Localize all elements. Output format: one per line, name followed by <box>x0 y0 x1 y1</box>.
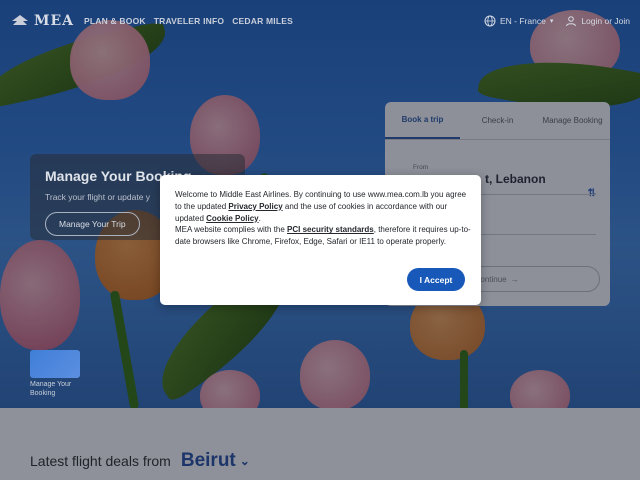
accept-cookies-button[interactable]: I Accept <box>407 268 465 291</box>
top-header: MEA PLAN & BOOK TRAVELER INFO CEDAR MILE… <box>0 0 640 42</box>
tab-book-trip[interactable]: Book a trip <box>385 102 460 139</box>
tab-check-in[interactable]: Check-in <box>460 102 535 139</box>
login-link[interactable]: Login or Join <box>565 15 630 27</box>
deals-heading: Latest flight deals from Beirut ⌄ <box>30 450 250 472</box>
privacy-policy-link[interactable]: Privacy Policy <box>228 202 282 211</box>
tab-manage-booking[interactable]: Manage Booking <box>535 102 610 139</box>
arrow-right-icon: → <box>510 274 519 284</box>
user-icon <box>566 16 577 27</box>
thumbnail-label[interactable]: Manage Your Booking <box>30 380 90 398</box>
chevron-down-icon: ⌄ <box>239 454 250 468</box>
mea-logo[interactable]: MEA <box>10 13 74 29</box>
cookie-policy-link[interactable]: Cookie Policy <box>206 214 258 223</box>
nav-cedar-miles[interactable]: CEDAR MILES <box>232 16 293 26</box>
manage-trip-button[interactable]: Manage Your Trip <box>45 212 140 236</box>
cookie-message: Welcome to Middle East Airlines. By cont… <box>175 189 471 248</box>
login-label: Login or Join <box>581 16 630 26</box>
logo-text: MEA <box>34 13 75 29</box>
origin-city-selector[interactable]: Beirut ⌄ <box>181 450 250 472</box>
language-label: EN - France <box>499 16 546 26</box>
language-selector[interactable]: EN - France ▾ <box>484 15 553 27</box>
from-value[interactable]: t, Lebanon <box>485 172 546 186</box>
cedar-logo-icon <box>12 15 28 25</box>
from-field[interactable]: From <box>413 164 428 171</box>
main-nav: PLAN & BOOK TRAVELER INFO CEDAR MILES <box>84 16 293 26</box>
from-label: From <box>413 164 429 171</box>
pci-standards-link[interactable]: PCI security standards <box>287 225 374 234</box>
cookie-consent-dialog: Welcome to Middle East Airlines. By cont… <box>160 175 481 305</box>
cookie-text-part: MEA website complies with the <box>175 225 288 235</box>
manage-booking-thumbnail[interactable] <box>30 350 80 378</box>
deals-label: Latest flight deals from <box>30 453 171 469</box>
chevron-down-icon: ▾ <box>549 18 554 25</box>
flight-deals-section: Latest flight deals from Beirut ⌄ <box>0 408 640 480</box>
cookie-text-part: . <box>258 213 261 223</box>
booking-tabs: Book a trip Check-in Manage Booking <box>385 102 610 140</box>
origin-city: Beirut <box>180 450 236 471</box>
nav-plan-book[interactable]: PLAN & BOOK <box>84 16 146 26</box>
nav-traveler-info[interactable]: TRAVELER INFO <box>154 16 224 26</box>
continue-label: ontinue <box>480 274 507 284</box>
globe-icon <box>484 15 496 27</box>
header-right: EN - France ▾ Login or Join <box>484 15 630 27</box>
